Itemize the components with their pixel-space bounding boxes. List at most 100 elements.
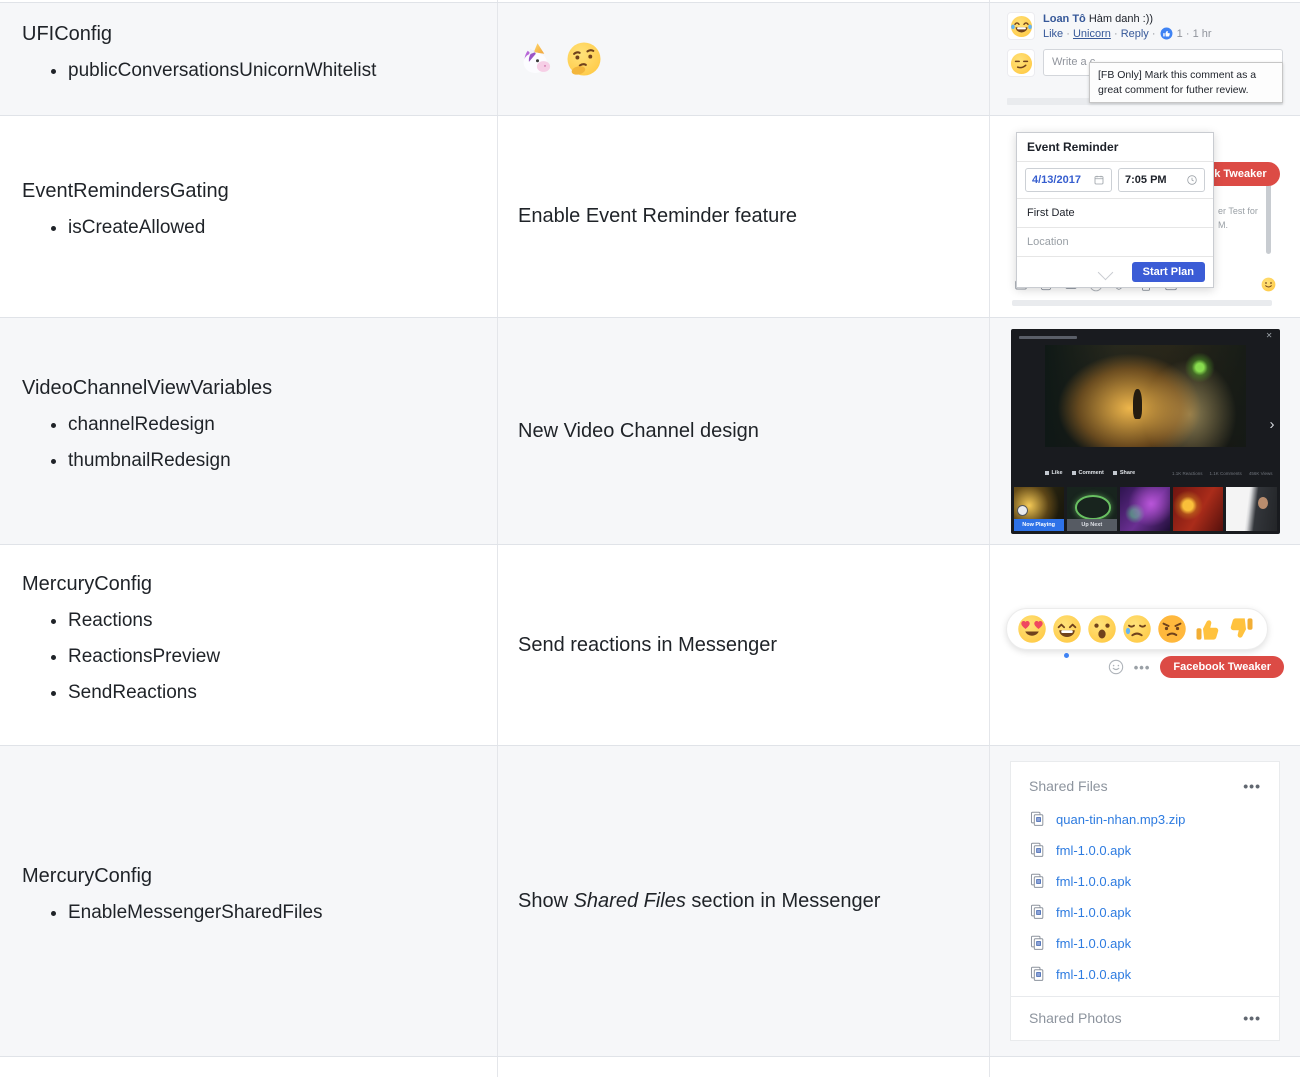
shared-files-header: Shared Files	[1029, 778, 1108, 794]
thinking-face-emoji	[566, 41, 602, 77]
feature-description: New Video Channel design	[518, 419, 759, 442]
reply-link[interactable]: Reply	[1121, 28, 1149, 40]
file-link[interactable]: fml-1.0.0.apk	[1029, 841, 1261, 859]
file-icon	[1029, 841, 1046, 859]
chevron-right-icon[interactable]: ›	[1270, 417, 1275, 432]
comment-button[interactable]: Comment	[1071, 470, 1104, 476]
more-options[interactable]: •••	[1243, 1010, 1261, 1026]
heart-eyes-emoji[interactable]	[1017, 614, 1047, 644]
feature-description: Send reactions in Messenger	[518, 633, 778, 656]
file-link[interactable]: fml-1.0.0.apk	[1029, 934, 1261, 952]
file-icon	[1029, 934, 1046, 952]
comment-text: Hàm danh :))	[1088, 13, 1154, 25]
config-param: EnableMessengerSharedFiles	[68, 902, 323, 924]
close-icon[interactable]: ✕	[1266, 331, 1273, 340]
glow-ring	[1075, 495, 1112, 520]
feature-description: Show Shared Files section in Messenger	[518, 889, 881, 912]
file-icon	[1029, 810, 1046, 828]
smiley-emoji[interactable]	[1261, 277, 1276, 292]
separator: ·	[1151, 28, 1156, 40]
emoji-picker-icon[interactable]	[1108, 659, 1124, 675]
more-options[interactable]: •••	[1243, 778, 1261, 794]
table-row-partial	[0, 1056, 1300, 1077]
preview-cell: ••• Facebook Tweaker	[989, 545, 1300, 745]
description-cell: Enable Event Reminder feature	[497, 116, 989, 317]
date-field[interactable]: 4/13/2017	[1025, 167, 1112, 192]
thumbs-up-emoji[interactable]	[1192, 614, 1222, 644]
tweaker-badge: Facebook Tweaker	[1160, 656, 1284, 678]
more-options[interactable]: •••	[1134, 660, 1151, 675]
table-row: UFIConfig publicConversationsUnicornWhit…	[0, 2, 1300, 115]
file-link[interactable]: fml-1.0.0.apk	[1029, 872, 1261, 890]
config-name: MercuryConfig	[22, 864, 153, 887]
video-stats: 1.1K Reactions 1.1K Comments 456K Views	[1172, 470, 1273, 476]
now-playing-label: Now Playing	[1013, 518, 1064, 531]
character-silhouette	[1132, 389, 1142, 420]
video-title-bar	[1018, 335, 1077, 339]
config-param: isCreateAllowed	[68, 217, 229, 239]
divider-bar	[1012, 299, 1272, 306]
calendar-icon	[1093, 174, 1105, 186]
timestamp: 1 hr	[1192, 28, 1212, 40]
table-top-strip	[0, 0, 1300, 2]
video-channel-preview: ✕ › Like Comment Share 1.1K Reactions 1.…	[1010, 328, 1280, 534]
laughing-emoji[interactable]	[1052, 614, 1082, 644]
like-button[interactable]: Like	[1044, 470, 1063, 476]
description-cell: Send reactions in Messenger	[497, 545, 989, 745]
config-name: EventRemindersGating	[22, 180, 229, 202]
file-link[interactable]: quan-tin-nhan.mp3.zip	[1029, 810, 1261, 828]
scrollbar[interactable]	[1266, 173, 1271, 254]
video-thumbnail[interactable]	[1226, 486, 1277, 531]
config-param: ReactionsPreview	[68, 646, 220, 668]
preview-cell: Facebook Tweaker er Test for M. Event Re…	[989, 116, 1300, 317]
laughing-tears-emoji	[1010, 15, 1033, 38]
share-button[interactable]: Share	[1112, 470, 1135, 476]
time-field[interactable]: 7:05 PM	[1118, 167, 1205, 192]
event-name-field[interactable]: First Date	[1017, 199, 1213, 228]
preview-cell: Loan Tô Hàm danh :)) Like · Unicorn · Re…	[989, 3, 1300, 115]
unicorn-link[interactable]: Unicorn	[1073, 28, 1111, 40]
file-link[interactable]: fml-1.0.0.apk	[1029, 903, 1261, 921]
video-thumbnail[interactable]	[1173, 486, 1224, 531]
file-icon	[1029, 965, 1046, 983]
video-thumbnail-now-playing[interactable]: Now Playing	[1013, 486, 1064, 531]
shared-files-preview: Shared Files ••• quan-tin-nhan.mp3.zip f…	[1010, 761, 1280, 1041]
angry-emoji[interactable]	[1157, 614, 1187, 644]
surprised-emoji[interactable]	[1087, 614, 1117, 644]
avatar	[1007, 12, 1035, 40]
video-thumbnail[interactable]	[1119, 486, 1171, 531]
event-reminder-preview: Facebook Tweaker er Test for M. Event Re…	[1010, 126, 1280, 308]
file-link[interactable]: fml-1.0.0.apk	[1029, 965, 1261, 983]
crying-emoji[interactable]	[1122, 614, 1152, 644]
comment-author[interactable]: Loan Tô	[1043, 13, 1086, 25]
share-icon	[1112, 470, 1117, 475]
selection-dot	[1064, 653, 1069, 658]
clock-icon	[1186, 174, 1198, 186]
thumbs-down-emoji[interactable]	[1227, 614, 1257, 644]
event-reminder-dialog: Event Reminder 4/13/2017 7:05 PM First D…	[1016, 131, 1214, 288]
file-icon	[1029, 903, 1046, 921]
config-name: VideoChannelViewVariables	[22, 376, 273, 399]
separator: ·	[1185, 28, 1190, 40]
config-table: UFIConfig publicConversationsUnicornWhit…	[0, 0, 1300, 1077]
config-cell: UFIConfig publicConversationsUnicornWhit…	[0, 3, 497, 115]
video-player[interactable]	[1044, 344, 1246, 447]
config-param: channelRedesign	[68, 414, 272, 436]
separator: ·	[1113, 28, 1118, 40]
background-text: er Test for M.	[1218, 205, 1258, 230]
config-name: UFIConfig	[22, 22, 113, 45]
unicorn-emoji	[518, 41, 554, 77]
config-param: thumbnailRedesign	[68, 450, 272, 472]
table-row: MercuryConfig EnableMessengerSharedFiles…	[0, 745, 1300, 1056]
video-thumbnail-up-next[interactable]: Up Next	[1066, 486, 1117, 531]
location-field[interactable]: Location	[1017, 228, 1213, 257]
like-link[interactable]: Like	[1043, 28, 1063, 40]
preview-cell: ✕ › Like Comment Share 1.1K Reactions 1.…	[989, 318, 1300, 544]
description-cell: New Video Channel design	[497, 318, 989, 544]
dialog-title: Event Reminder	[1017, 133, 1213, 162]
feature-description: Enable Event Reminder feature	[518, 205, 798, 227]
avatar	[1007, 49, 1035, 77]
reactions-pill	[1006, 608, 1268, 650]
start-plan-button[interactable]: Start Plan	[1131, 261, 1205, 282]
config-cell: EventRemindersGating isCreateAllowed	[0, 116, 497, 317]
